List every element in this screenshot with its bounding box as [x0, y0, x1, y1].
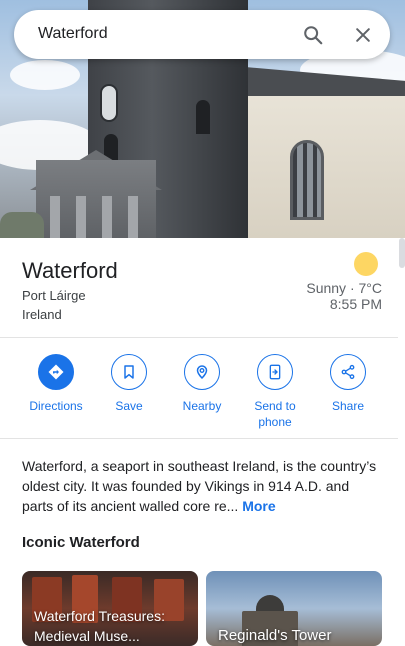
card-label: Reginald's Tower [218, 626, 331, 646]
share-icon [330, 354, 366, 390]
section-title: Iconic Waterford [22, 534, 140, 551]
place-subtitle-country: Ireland [22, 307, 62, 322]
place-subtitle-local: Port Láirge [22, 288, 86, 303]
share-label: Share [331, 399, 365, 413]
nearby-button[interactable]: Nearby [162, 354, 242, 414]
send-to-phone-label: Send to phone [254, 399, 296, 429]
search-bar[interactable]: Waterford [14, 10, 390, 59]
place-title: Waterford [22, 258, 118, 283]
weather-text: Sunny · 7°C [306, 280, 382, 296]
place-description: Waterford, a seaport in southeast Irelan… [22, 456, 382, 516]
sunny-weather-icon [354, 252, 378, 276]
more-link[interactable]: More [242, 498, 275, 514]
card-label-line2: Medieval Muse... [34, 628, 140, 644]
card-label: Waterford Treasures: Medieval Muse... [34, 606, 165, 646]
search-icon[interactable] [300, 22, 326, 48]
divider [0, 438, 398, 439]
share-button[interactable]: Share [308, 354, 388, 414]
card-reginalds-tower[interactable]: Reginald's Tower [206, 571, 382, 646]
save-label: Save [115, 399, 143, 413]
close-icon[interactable] [350, 22, 376, 48]
divider [0, 337, 398, 338]
directions-label: Directions [29, 399, 83, 413]
nearby-icon [184, 354, 220, 390]
directions-button[interactable]: Directions [16, 354, 96, 414]
search-input[interactable]: Waterford [38, 25, 108, 43]
card-label-line1: Waterford Treasures: [34, 608, 165, 624]
local-time: 8:55 PM [329, 296, 382, 312]
save-button[interactable]: Save [89, 354, 169, 414]
bookmark-icon [111, 354, 147, 390]
card-waterford-treasures[interactable]: Waterford Treasures: Medieval Muse... [22, 571, 198, 646]
card-label-line1: Reginald's Tower [218, 627, 332, 644]
send-to-phone-button[interactable]: Send to phone [235, 354, 315, 430]
description-text: Waterford, a seaport in southeast Irelan… [22, 458, 377, 514]
nearby-label: Nearby [182, 399, 222, 413]
scrollbar[interactable] [399, 238, 405, 268]
send-to-phone-icon [257, 354, 293, 390]
directions-icon [38, 354, 74, 390]
